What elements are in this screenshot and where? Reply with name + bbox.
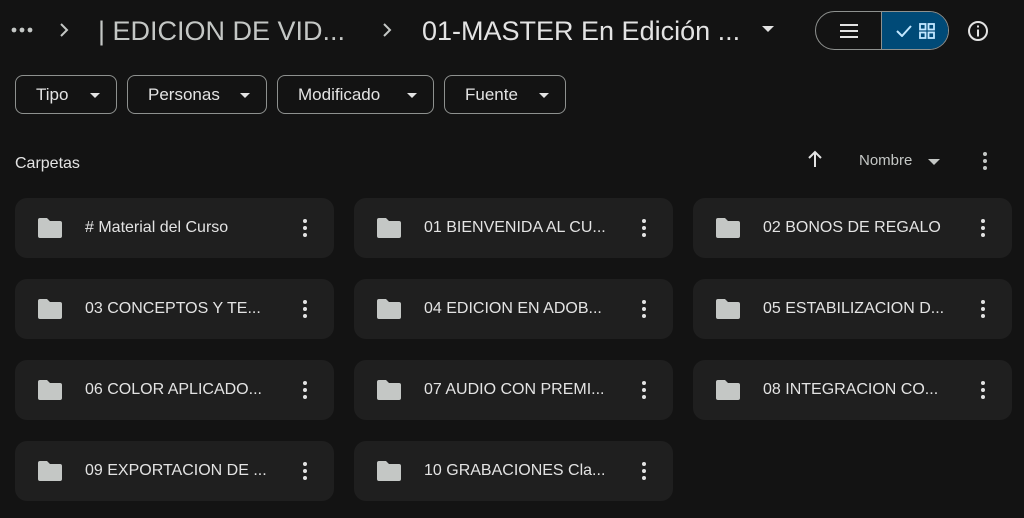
view-toggle — [815, 11, 949, 50]
sort-direction-arrow-up-icon[interactable] — [804, 148, 826, 170]
folder-card[interactable]: # Material del Curso — [15, 198, 334, 258]
folder-icon — [376, 460, 402, 482]
more-vert-icon[interactable] — [634, 459, 654, 483]
filter-chip-people[interactable]: Personas — [127, 75, 267, 114]
chevron-right-icon — [380, 20, 394, 40]
folder-name: 10 GRABACIONES Cla... — [424, 462, 606, 479]
breadcrumb-parent-folder[interactable]: | EDICION DE VID... — [98, 13, 345, 49]
folder-name: 03 CONCEPTOS Y TE... — [85, 300, 261, 317]
folder-name: 05 ESTABILIZACION D... — [763, 300, 945, 317]
list-view-button[interactable] — [816, 12, 882, 49]
folder-name: 08 INTEGRACION CO... — [763, 381, 939, 398]
folder-icon — [376, 379, 402, 401]
more-horiz-icon[interactable] — [10, 18, 34, 42]
more-vert-icon[interactable] — [295, 459, 315, 483]
folder-card[interactable]: 04 EDICION EN ADOB... — [354, 279, 673, 339]
more-vert-icon[interactable] — [634, 216, 654, 240]
folder-card[interactable]: 09 EXPORTACION DE ... — [15, 441, 334, 501]
filter-chip-label: Modificado — [298, 84, 381, 104]
grid-view-button[interactable] — [882, 12, 948, 49]
chevron-down-icon — [240, 93, 250, 98]
chevron-down-icon — [90, 93, 100, 98]
folder-icon — [37, 217, 63, 239]
info-icon[interactable] — [966, 19, 990, 43]
folder-card[interactable]: 07 AUDIO CON PREMI... — [354, 360, 673, 420]
chevron-down-icon — [407, 93, 417, 98]
folder-icon — [715, 217, 741, 239]
more-vert-icon[interactable] — [295, 378, 315, 402]
more-vert-icon[interactable] — [634, 297, 654, 321]
folder-name: # Material del Curso — [85, 219, 229, 236]
folder-name: 06 COLOR APLICADO... — [85, 381, 262, 398]
folder-card[interactable]: 06 COLOR APLICADO... — [15, 360, 334, 420]
folder-icon — [37, 460, 63, 482]
filter-chip-modified[interactable]: Modificado — [277, 75, 434, 114]
filter-chip-label: Tipo — [36, 84, 69, 104]
folder-card[interactable]: 10 GRABACIONES Cla... — [354, 441, 673, 501]
folder-name: 09 EXPORTACION DE ... — [85, 462, 267, 479]
filter-chip-label: Personas — [148, 84, 220, 104]
filter-chip-source[interactable]: Fuente — [444, 75, 566, 114]
folder-card[interactable]: 05 ESTABILIZACION D... — [693, 279, 1012, 339]
more-vert-icon[interactable] — [295, 297, 315, 321]
grid-view-icon — [918, 22, 935, 39]
folder-name: 04 EDICION EN ADOB... — [424, 300, 602, 317]
folder-name: 02 BONOS DE REGALO — [763, 219, 941, 236]
more-vert-icon[interactable] — [634, 378, 654, 402]
filter-chip-type[interactable]: Tipo — [15, 75, 117, 114]
folder-name: 07 AUDIO CON PREMI... — [424, 381, 605, 398]
sort-by-button[interactable]: Nombre — [859, 152, 912, 169]
breadcrumb-current-folder[interactable]: 01-MASTER En Edición ... — [422, 13, 740, 49]
folder-card[interactable]: 01 BIENVENIDA AL CU... — [354, 198, 673, 258]
filter-chip-label: Fuente — [465, 84, 518, 104]
folder-name: 01 BIENVENIDA AL CU... — [424, 219, 606, 236]
folder-menu-dropdown-icon[interactable] — [762, 26, 774, 32]
more-vert-icon[interactable] — [973, 216, 993, 240]
folder-icon — [376, 298, 402, 320]
top-bar: | EDICION DE VID... 01-MASTER En Edición… — [0, 0, 1024, 64]
more-vert-icon[interactable] — [973, 297, 993, 321]
folder-icon — [715, 298, 741, 320]
folder-card[interactable]: 03 CONCEPTOS Y TE... — [15, 279, 334, 339]
folder-card[interactable]: 08 INTEGRACION CO... — [693, 360, 1012, 420]
more-vert-icon[interactable] — [974, 149, 996, 173]
section-title-folders: Carpetas — [15, 155, 80, 172]
chevron-right-icon — [57, 20, 71, 40]
more-vert-icon[interactable] — [973, 378, 993, 402]
more-vert-icon[interactable] — [295, 216, 315, 240]
folder-icon — [37, 379, 63, 401]
folder-icon — [376, 217, 402, 239]
check-icon — [895, 24, 912, 37]
folder-icon — [37, 298, 63, 320]
chevron-down-icon[interactable] — [928, 159, 940, 165]
folder-card[interactable]: 02 BONOS DE REGALO — [693, 198, 1012, 258]
list-view-icon — [839, 23, 858, 38]
chevron-down-icon — [539, 93, 549, 98]
folder-icon — [715, 379, 741, 401]
